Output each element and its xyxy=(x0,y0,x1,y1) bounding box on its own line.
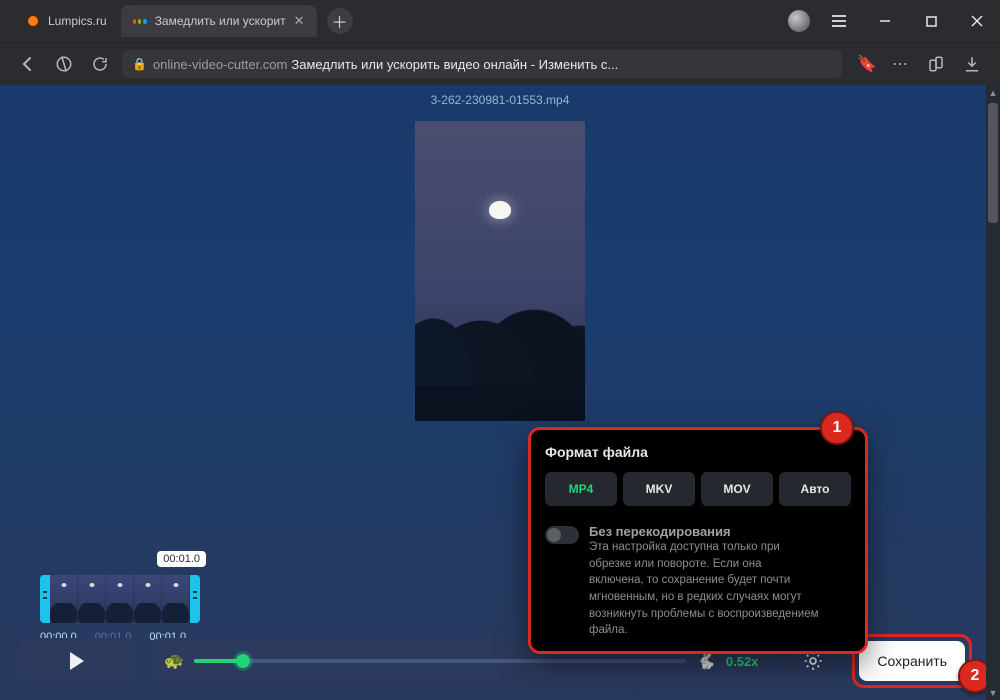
url-domain: online-video-cutter.com xyxy=(153,57,287,72)
new-tab-button[interactable]: ＋ xyxy=(327,8,353,34)
reload-button[interactable] xyxy=(86,50,114,78)
reencode-toggle-label: Без перекодирования xyxy=(589,524,819,539)
save-callout-frame: Сохранить xyxy=(852,634,972,688)
play-button[interactable] xyxy=(18,638,136,684)
tab-title: Lumpics.ru xyxy=(48,14,107,28)
save-button[interactable]: Сохранить xyxy=(859,641,965,681)
file-name-label: 3-262-230981-01553.mp4 xyxy=(0,85,1000,107)
close-tab-icon[interactable]: ✕ xyxy=(294,13,305,29)
extensions-button[interactable] xyxy=(922,50,950,78)
format-option-mp4[interactable]: MP4 xyxy=(545,472,617,506)
timeline-clip[interactable]: 00:01.0 xyxy=(40,575,200,623)
profile-avatar[interactable] xyxy=(788,10,810,32)
home-button[interactable] xyxy=(50,50,78,78)
moon-graphic xyxy=(489,201,511,219)
popup-title: Формат файла xyxy=(545,444,851,460)
format-option-mkv[interactable]: MKV xyxy=(623,472,695,506)
app-viewport: 3-262-230981-01553.mp4 00:01.0 00:00.0 0… xyxy=(0,85,1000,700)
time-tooltip: 00:01.0 xyxy=(157,551,206,567)
slider-knob[interactable] xyxy=(236,654,250,668)
favicon-icon xyxy=(26,14,40,28)
downloads-button[interactable] xyxy=(958,50,986,78)
window-close-button[interactable] xyxy=(954,0,1000,42)
window-titlebar: Lumpics.ru Замедлить или ускорит ✕ ＋ xyxy=(0,0,1000,42)
play-icon xyxy=(70,652,84,670)
speed-value: 0.52x xyxy=(726,654,759,669)
format-option-auto[interactable]: Авто xyxy=(779,472,851,506)
url-title: Замедлить или ускорить видео онлайн - Из… xyxy=(291,57,618,72)
back-button[interactable] xyxy=(14,50,42,78)
scrollbar-thumb[interactable] xyxy=(988,103,998,223)
save-button-label: Сохранить xyxy=(877,653,947,669)
callout-1: 1 xyxy=(820,411,854,445)
reencode-row: Без перекодирования Эта настройка доступ… xyxy=(545,524,851,639)
trees-graphic xyxy=(415,301,585,421)
tab-title: Замедлить или ускорит xyxy=(155,14,286,28)
favicon-icon xyxy=(133,14,147,28)
address-bar: 🔒 online-video-cutter.com Замедлить или … xyxy=(0,42,1000,85)
window-maximize-button[interactable] xyxy=(908,0,954,42)
reencode-toggle-desc: Эта настройка доступна только при обрезк… xyxy=(589,539,819,639)
clip-handle-right[interactable] xyxy=(190,575,200,623)
format-popup: Формат файла MP4 MKV MOV Авто Без переко… xyxy=(528,427,868,654)
clip-handle-left[interactable] xyxy=(40,575,50,623)
window-controls xyxy=(782,0,1000,42)
turtle-icon: 🐢 xyxy=(164,651,184,671)
hamburger-menu-button[interactable] xyxy=(816,0,862,42)
speed-slider[interactable] xyxy=(194,658,686,664)
clip-thumbnails xyxy=(50,575,190,623)
scrollbar-up-icon[interactable]: ▲ xyxy=(986,85,1000,101)
video-preview[interactable] xyxy=(415,121,585,421)
bookmark-button[interactable]: 🔖 xyxy=(850,50,878,78)
format-option-mov[interactable]: MOV xyxy=(701,472,773,506)
url-field[interactable]: 🔒 online-video-cutter.com Замедлить или … xyxy=(122,50,842,78)
timeline: 00:01.0 00:00.0 00:01.0 00:01.0 xyxy=(40,575,200,643)
more-button[interactable]: ⋯ xyxy=(886,50,914,78)
slider-track xyxy=(194,659,686,663)
tab-video-cutter[interactable]: Замедлить или ускорит ✕ xyxy=(121,5,317,37)
reencode-toggle[interactable] xyxy=(545,526,579,544)
vertical-scrollbar[interactable]: ▲ ▼ xyxy=(986,85,1000,700)
window-minimize-button[interactable] xyxy=(862,0,908,42)
scrollbar-down-icon[interactable]: ▼ xyxy=(986,685,1000,700)
tab-lumpics[interactable]: Lumpics.ru xyxy=(14,5,119,37)
lock-icon: 🔒 xyxy=(132,57,147,71)
reencode-text: Без перекодирования Эта настройка доступ… xyxy=(589,524,819,639)
format-row: MP4 MKV MOV Авто xyxy=(545,472,851,506)
tab-strip: Lumpics.ru Замедлить или ускорит ✕ ＋ xyxy=(0,0,782,42)
